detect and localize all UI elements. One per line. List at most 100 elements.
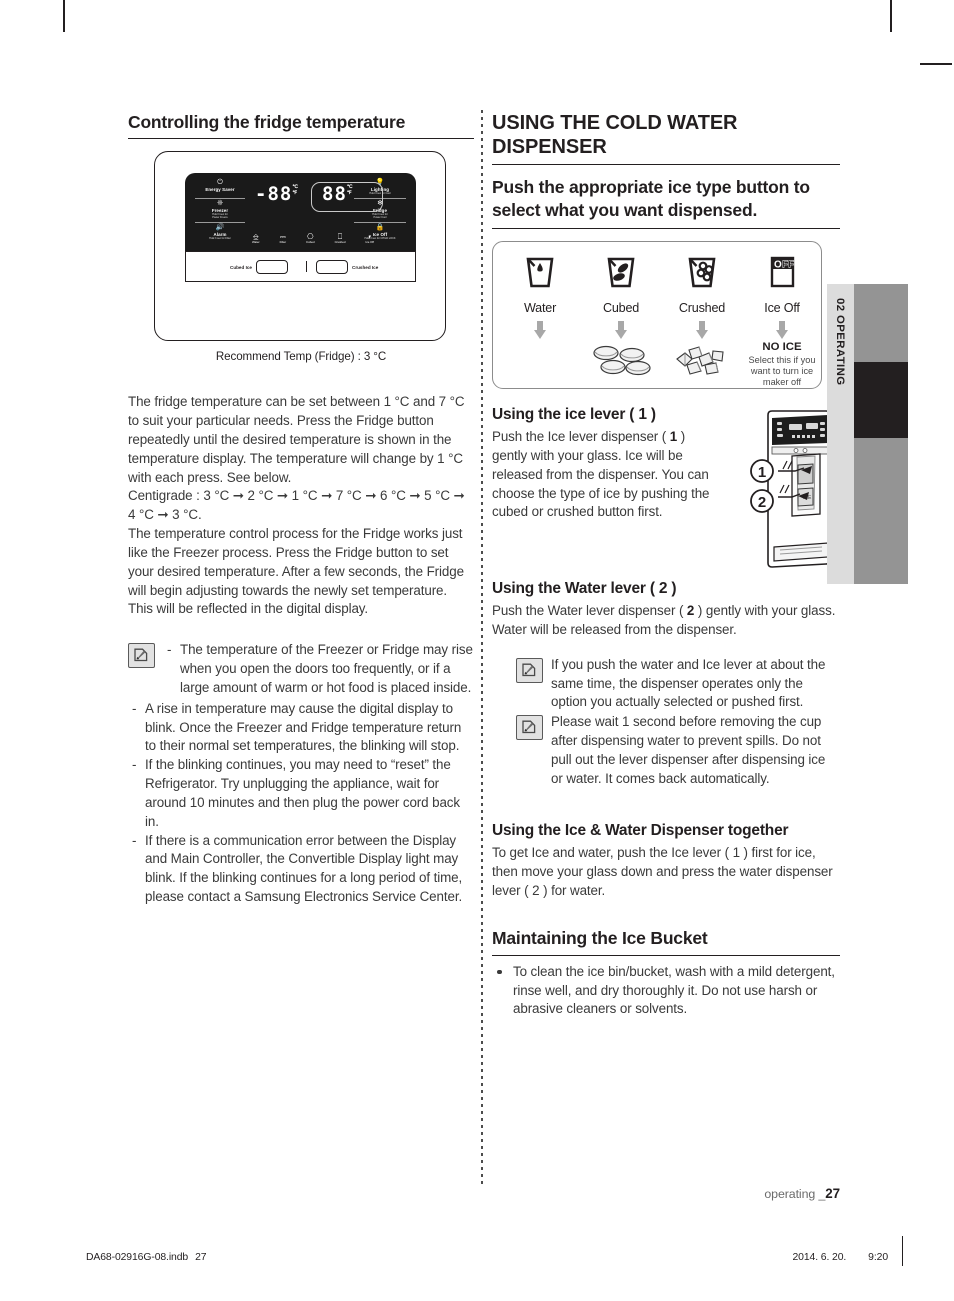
chapter-side-tab: 02 OPERATING — [827, 284, 908, 584]
ice-type-cubed: Cubed — [580, 253, 662, 386]
fridge-sub2: Power Cool — [373, 216, 387, 220]
panel-button-freezer: ❊ Freezer Hold 3 sec for Power Freeze — [193, 200, 247, 219]
folio-number: 27 — [825, 1186, 840, 1201]
panel-ice-selector-strip: Cubed Ice Crushed Ice — [185, 251, 416, 283]
cubed-ice-pile-icon — [593, 345, 651, 375]
freezer-temp-display: -88℃ ℉ — [255, 183, 299, 206]
tab-label: 02 OPERATING — [834, 298, 847, 386]
cubed-ice-selector: Cubed Ice — [230, 260, 288, 275]
column-divider — [481, 110, 483, 1188]
ice-type-label: Cubed — [602, 300, 640, 315]
panel-btn-cubed: ⎔ Cubed — [306, 232, 315, 245]
together-block: Using the Ice & Water Dispenser together… — [492, 821, 840, 901]
alarm-sub: Hold 3 sec for Filter — [209, 237, 231, 241]
ice-type-crushed: Crushed — [661, 253, 743, 386]
panel-button-energy-saver: ⏻ Energy Saver — [193, 179, 247, 192]
section-lead-rule — [492, 227, 840, 229]
print-date: 2014. 6. 20. — [792, 1252, 847, 1263]
no-ice-note: Select this if you want to turn ice make… — [748, 354, 816, 388]
ice-type-iceoff: O FF Ice Off NO ICE Select this if you w… — [741, 253, 823, 389]
folio-text: operating _ — [764, 1187, 826, 1201]
down-arrow-icon — [775, 320, 789, 339]
water-lever-text: Push the Water lever dispenser ( 2 ) gen… — [492, 603, 836, 637]
crop-mark-top-right — [890, 0, 892, 32]
fridge-temp-display: 88℃ ℉ — [322, 183, 354, 206]
down-arrow-icon — [533, 320, 547, 339]
ice-type-water: Water — [499, 253, 581, 339]
glass-water-icon — [526, 257, 554, 288]
crop-mark-right-top — [920, 63, 952, 65]
imprint: DA68-02916G-08.indb 27 — [86, 1252, 207, 1263]
edge-crop-mark — [902, 1236, 904, 1266]
ice-type-figure: Water Cubed Crushed O FF Ice Off NO ICE … — [492, 240, 823, 389]
page-title: Controlling the fridge temperature — [128, 112, 406, 132]
imprint-page: 27 — [195, 1252, 207, 1263]
imprint-file: DA68-02916G-08.indb — [86, 1252, 189, 1263]
note-block-right-2: Please wait 1 second before removing the… — [516, 713, 840, 788]
list-item: To clean the ice bin/bucket, wash with a… — [492, 963, 840, 1019]
print-stamp: 2014. 6. 20. 9:20 — [792, 1252, 888, 1263]
figure-caption: Recommend Temp (Fridge) : 3 °C — [215, 350, 387, 364]
ice-type-label: Water — [523, 300, 557, 315]
list-item: If there is a communication error betwee… — [128, 832, 474, 907]
down-arrow-icon — [695, 320, 709, 339]
fridge-units: ℃ ℉ — [346, 184, 354, 196]
ice-type-label: Ice Off — [764, 300, 800, 315]
note-item: The temperature of the Freezer or Fridge… — [163, 641, 474, 697]
tab-active-marker — [854, 362, 908, 438]
folio: operating _27 — [764, 1186, 840, 1201]
fridge-temp-paragraph-2: The temperature control process for the … — [128, 526, 464, 617]
energy-saver-icon: ⏻ — [217, 179, 223, 187]
list-item: A rise in temperature may cause the digi… — [128, 700, 474, 756]
note-block-right-1: If you push the water and Ice lever at a… — [516, 656, 840, 712]
panel-dispenser-buttons: ⎒ Water ⎓ Filter ⎔ Cubed ⎕ Crushed ⎖ Ice… — [252, 233, 374, 245]
section-lead: Push the appropriate ice type button to … — [492, 177, 810, 221]
note-block-left: The temperature of the Freezer or Fridge… — [128, 641, 474, 697]
note-text: Please wait 1 second before removing the… — [551, 714, 826, 786]
panel-btn-iceoff: ⎖ Ice Off — [365, 232, 374, 245]
water-lever-heading: Using the Water lever ( 2 ) — [492, 579, 677, 597]
svg-text:O: O — [774, 259, 782, 270]
ice-off-icon: O FF — [770, 256, 794, 287]
bucket-heading: Maintaining the Ice Bucket — [492, 928, 708, 949]
ice-type-label: Crushed — [678, 300, 726, 315]
speaker-icon: 🔊 — [215, 224, 225, 232]
glass-cubed-ice-icon — [607, 257, 635, 288]
panel-button-alarm: 🔊 Alarm Hold 3 sec for Filter — [193, 224, 247, 240]
dispenser-illustration: ICE 1 2 — [740, 409, 840, 575]
manual-page: Controlling the fridge temperature ⏻ Ene… — [0, 0, 954, 1301]
note-pencil-glyph — [522, 663, 536, 676]
section-title-rule — [492, 164, 840, 166]
list-item: If the blinking continues, you may need … — [128, 756, 474, 831]
fridge-control-panel-figure: ⏻ Energy Saver ❊ Freezer Hold 3 sec for … — [154, 151, 446, 342]
left-column: Controlling the fridge temperature ⏻ Ene… — [128, 112, 474, 907]
left-dash-list: A rise in temperature may cause the digi… — [128, 700, 474, 907]
svg-text:FF: FF — [782, 259, 794, 270]
crop-mark-top-left — [63, 0, 65, 32]
print-time: 9:20 — [868, 1252, 888, 1263]
crushed-ice-pile-icon — [676, 346, 724, 375]
glass-crushed-ice-icon — [688, 257, 716, 288]
ice-lever-text: Push the Ice lever dispenser ( 1 ) gentl… — [492, 429, 710, 520]
panel-btn-water: ⎒ Water — [252, 232, 260, 245]
note-text: If you push the water and Ice lever at a… — [551, 656, 826, 710]
bucket-rule — [492, 954, 840, 956]
note-pencil-glyph — [134, 648, 148, 662]
fridge-temp-paragraph: The fridge temperature can be set betwee… — [128, 394, 465, 485]
selector-divider — [306, 261, 308, 273]
right-column: USING THE COLD WATER DISPENSER Push the … — [492, 112, 840, 1019]
dispenser-drawing: ICE 1 2 — [750, 409, 832, 568]
note-pencil-glyph — [522, 720, 536, 734]
snowflake-icon: ❊ — [217, 200, 223, 208]
freezer-sub2: Power Freeze — [212, 216, 228, 220]
note-first-list: The temperature of the Freezer or Fridge… — [163, 641, 474, 697]
note-icon — [516, 715, 543, 741]
ice-lever-block: Using the ice lever ( 1 ) Push the Ice l… — [492, 405, 840, 577]
note-icon — [516, 657, 543, 683]
water-lever-block: Using the Water lever ( 2 ) Push the Wat… — [492, 579, 840, 640]
freezer-units: ℃ ℉ — [292, 184, 299, 196]
lock-icon: 🔒 — [375, 224, 385, 232]
cubed-ice-box — [255, 260, 288, 275]
section-title: USING THE COLD WATER DISPENSER — [492, 112, 738, 158]
no-ice-label: NO ICE — [762, 340, 802, 353]
